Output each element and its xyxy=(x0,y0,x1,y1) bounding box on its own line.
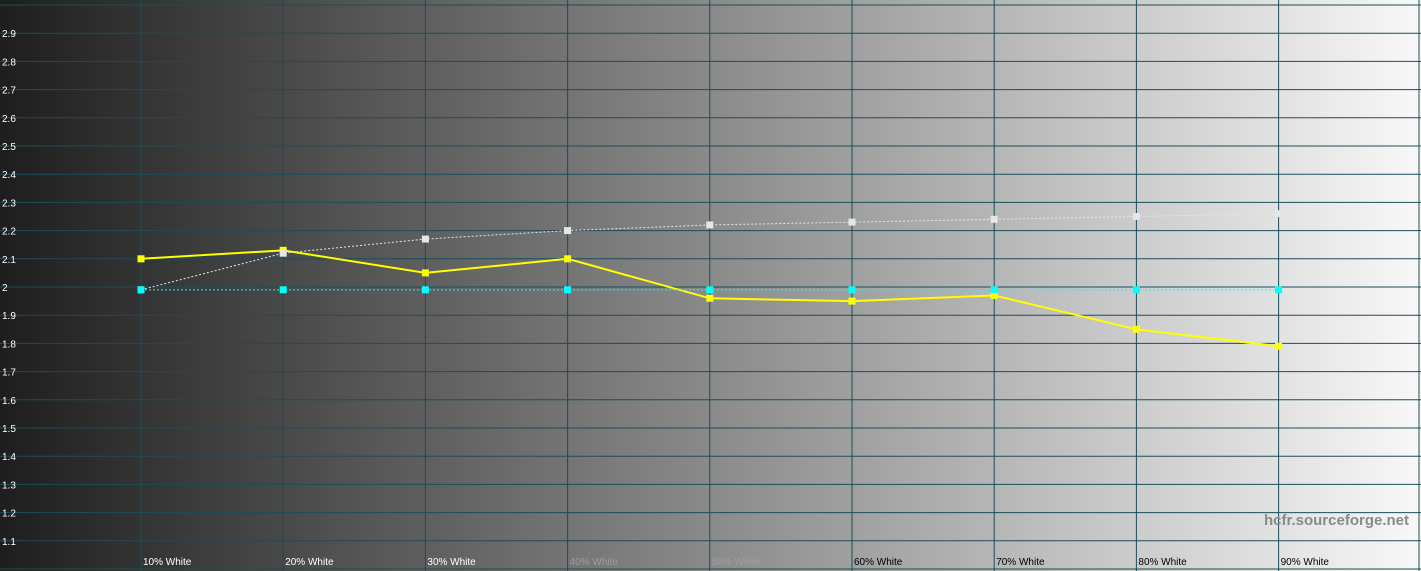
series-point xyxy=(1275,210,1283,218)
y-tick-label: 2.9 xyxy=(2,29,16,40)
series-point xyxy=(564,227,572,235)
series-point xyxy=(1275,342,1283,350)
x-tick-label: 50% White xyxy=(712,557,761,568)
y-tick-label: 2.8 xyxy=(2,57,16,68)
y-tick-label: 1.8 xyxy=(2,339,16,350)
y-tick-label: 2.2 xyxy=(2,227,16,238)
y-tick-label: 2 xyxy=(2,283,8,294)
y-tick-label: 2.5 xyxy=(2,142,16,153)
watermark: hcfr.sourceforge.net xyxy=(1264,512,1409,529)
x-tick-label: 30% White xyxy=(427,557,476,568)
series-point xyxy=(848,286,856,294)
y-tick-label: 1.1 xyxy=(2,537,16,548)
series-point xyxy=(1132,325,1140,333)
y-tick-label: 2.4 xyxy=(2,170,16,181)
series-point xyxy=(706,286,714,294)
series-point xyxy=(137,286,145,294)
series-point xyxy=(990,286,998,294)
series-point xyxy=(564,255,572,263)
series-point xyxy=(848,218,856,226)
series-point xyxy=(137,255,145,263)
series-point xyxy=(706,294,714,302)
series-point xyxy=(421,286,429,294)
y-tick-label: 1.9 xyxy=(2,311,16,322)
series-point xyxy=(990,215,998,223)
series-point xyxy=(279,286,287,294)
series-point xyxy=(564,286,572,294)
y-tick-label: 1.4 xyxy=(2,452,16,463)
series-point xyxy=(421,269,429,277)
series-point xyxy=(706,221,714,229)
series-point xyxy=(1132,213,1140,220)
series-point xyxy=(1275,286,1283,294)
y-tick-label: 1.3 xyxy=(2,480,16,491)
series-point xyxy=(848,297,856,305)
x-axis-ticks: 10% White 20% White 30% White 40% White 50% … xyxy=(143,557,1329,568)
series-point xyxy=(1132,286,1140,294)
y-tick-label: 2.6 xyxy=(2,114,16,125)
y-tick-label: 1.2 xyxy=(2,509,16,520)
x-tick-label: 40% White xyxy=(570,557,619,568)
y-tick-label: 1.6 xyxy=(2,396,16,407)
x-tick-label: 60% White xyxy=(854,557,903,568)
y-tick-label: 2.3 xyxy=(2,198,16,209)
chart-background xyxy=(0,0,1421,571)
gamma-chart: 1.1 1.2 1.3 1.4 1.5 1.6 1.7 1.8 1.9 2 2.1 2.2 2.3 2.4… xyxy=(0,0,1421,571)
y-tick-label: 1.7 xyxy=(2,368,16,379)
y-tick-label: 2.7 xyxy=(2,86,16,97)
gamma-chart-svg: 1.1 1.2 1.3 1.4 1.5 1.6 1.7 1.8 1.9 2 2.1 2.2 2.3 2.4… xyxy=(0,0,1421,571)
y-tick-label: 2.1 xyxy=(2,255,16,266)
y-tick-label: 1.5 xyxy=(2,424,16,435)
x-tick-label: 90% White xyxy=(1281,557,1330,568)
x-tick-label: 70% White xyxy=(996,557,1045,568)
x-tick-label: 20% White xyxy=(285,557,334,568)
x-tick-label: 10% White xyxy=(143,557,192,568)
series-point xyxy=(279,249,287,257)
series-point xyxy=(421,235,429,243)
x-tick-label: 80% White xyxy=(1138,557,1187,568)
